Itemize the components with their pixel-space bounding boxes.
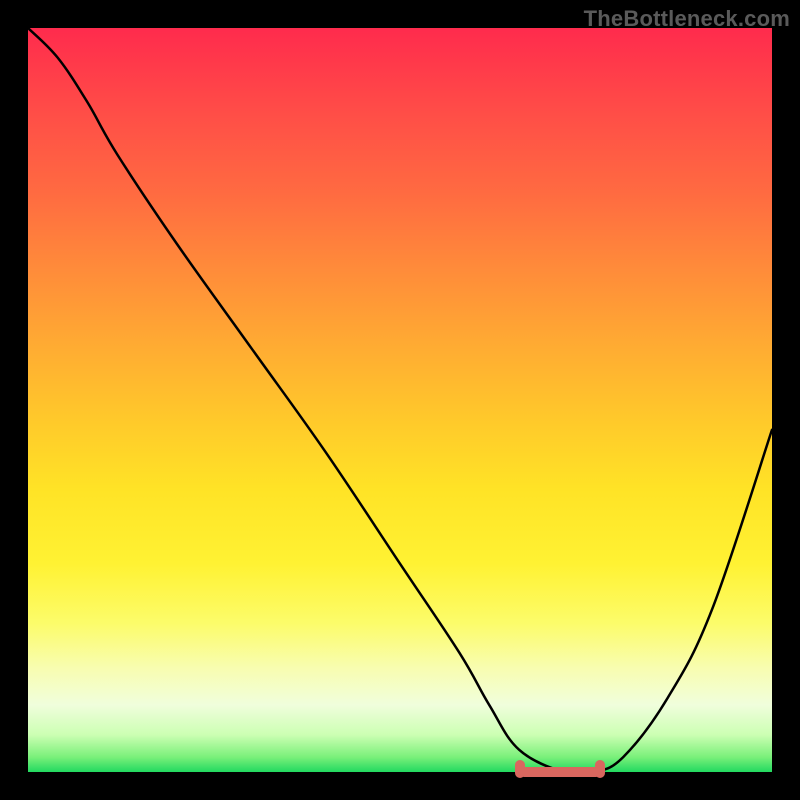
bottleneck-curve [28, 28, 772, 772]
optimal-zone-cap-left [515, 760, 525, 778]
bottleneck-gradient-plot [28, 28, 772, 772]
optimal-zone-marker [519, 767, 601, 777]
optimal-zone-cap-right [595, 760, 605, 778]
watermark-text: TheBottleneck.com [584, 6, 790, 32]
